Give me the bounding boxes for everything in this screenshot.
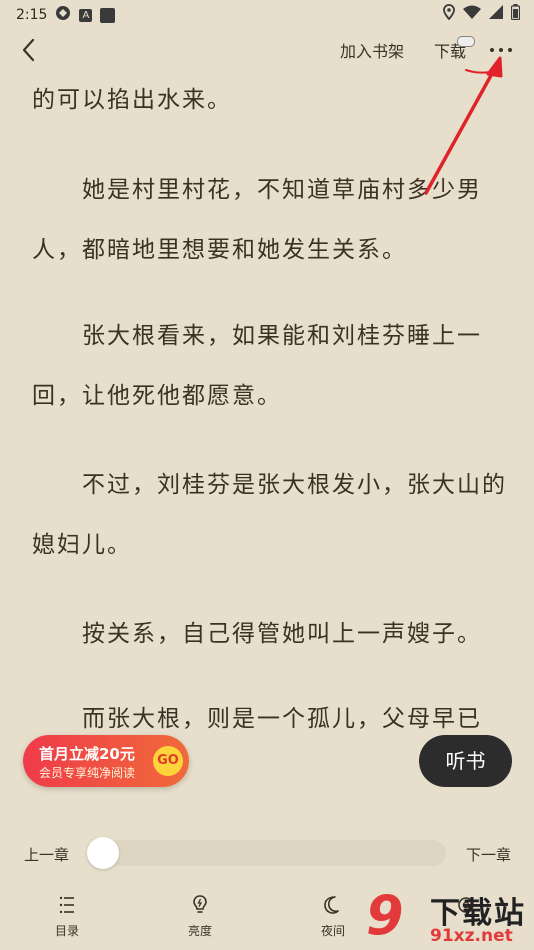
paragraph: 的可以掐出水来。 (32, 87, 232, 113)
next-chapter-button[interactable]: 下一章 (466, 844, 511, 865)
download-badge-icon (457, 36, 475, 47)
promo-go-badge: GO (153, 746, 183, 776)
chapter-progress-slider[interactable] (88, 840, 446, 866)
paragraph: 不过，刘桂芬是张大根发小，张大山的媳妇儿。 (32, 472, 507, 558)
reading-content[interactable]: 的可以掐出水来。 她是村里村花，不知道草庙村多少男人，都暗地里想要和她发生关系。… (0, 72, 534, 802)
more-menu-button[interactable] (488, 34, 514, 64)
paragraph: 张大根看来，如果能和刘桂芬睡上一回，让他死他都愿意。 (32, 323, 482, 409)
watermark-url: 91xz.net (430, 926, 513, 946)
watermark-logo: 9 (366, 884, 404, 947)
chevron-left-icon (22, 38, 35, 62)
nav-night-label: 夜间 (320, 924, 345, 938)
wifi-icon (463, 5, 481, 23)
status-bar: 2:15 A (0, 0, 534, 28)
status-time: 2:15 (16, 7, 48, 23)
add-to-shelf-button[interactable]: 加入书架 (340, 38, 404, 62)
vip-promo-button[interactable]: 首月立减20元 会员专享纯净阅读 GO (23, 735, 189, 787)
slider-thumb[interactable] (87, 837, 119, 869)
list-icon (59, 896, 74, 914)
signal-icon (489, 5, 503, 23)
site-watermark: 9 下载站 91xz.net (364, 886, 534, 950)
nav-brightness-label: 亮度 (187, 924, 212, 938)
app-notification-icon (55, 5, 71, 25)
more-dot-icon (490, 48, 494, 52)
promo-title: 首月立减20元 (39, 745, 135, 763)
previous-chapter-button[interactable]: 上一章 (24, 844, 69, 865)
nav-toc-label: 目录 (54, 924, 79, 938)
paragraph: 她是村里村花，不知道草庙村多少男人，都暗地里想要和她发生关系。 (32, 177, 482, 263)
bulb-icon (193, 895, 207, 913)
square-notification-icon (100, 7, 116, 23)
more-dot-icon (499, 48, 503, 52)
top-bar: 加入书架 下载 (0, 28, 534, 72)
nav-toc[interactable]: 目录 (37, 894, 97, 939)
moon-icon (324, 896, 339, 914)
nav-night[interactable]: 夜间 (303, 894, 363, 939)
nav-brightness[interactable]: 亮度 (170, 894, 230, 939)
back-button[interactable] (18, 36, 42, 64)
promo-subtitle: 会员专享纯净阅读 (39, 766, 136, 780)
battery-icon (510, 4, 521, 24)
a-notification-icon: A (79, 8, 93, 22)
listen-book-button[interactable]: 听书 (419, 735, 512, 787)
paragraph: 按关系，自己得管她叫上一声嫂子。 (32, 621, 482, 647)
location-icon (443, 4, 455, 24)
more-dot-icon (508, 48, 512, 52)
